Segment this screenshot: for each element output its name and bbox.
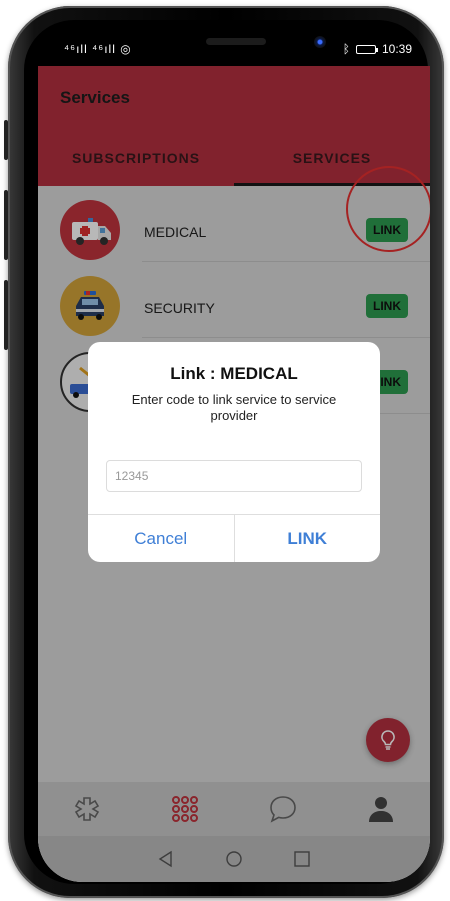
battery-icon (355, 44, 378, 54)
cancel-button[interactable]: Cancel (88, 515, 234, 562)
signal-indicator: ⁴⁶ıll ⁴⁶ıll ◎ (64, 42, 132, 56)
code-input[interactable]: 12345 (106, 460, 362, 492)
bluetooth-icon: ᛒ (342, 42, 350, 56)
volume-button (4, 190, 8, 260)
dialog-message: Enter code to link service to service pr… (131, 392, 337, 423)
power-button (4, 280, 8, 350)
status-bar: ⁴⁶ıll ⁴⁶ıll ◎ ᛒ 10:39 (38, 34, 430, 66)
link-dialog: Link : MEDICAL Enter code to link servic… (88, 342, 380, 562)
earpiece-speaker (206, 38, 266, 45)
app-screen: Services SUBSCRIPTIONS SERVICES MEDICAL … (38, 66, 430, 882)
clock: 10:39 (381, 42, 412, 56)
dialog-actions: Cancel LINK (88, 514, 380, 562)
link-confirm-button[interactable]: LINK (233, 515, 381, 562)
dialog-title: Link : MEDICAL (170, 364, 298, 383)
volume-button (4, 120, 8, 160)
front-camera (314, 36, 326, 48)
